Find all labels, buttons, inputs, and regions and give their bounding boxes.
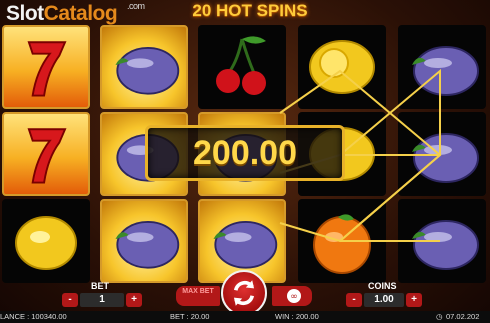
- reel-1-row-1-seven: [2, 25, 90, 109]
- spin-arrows-icon: [233, 280, 255, 306]
- control-bar: BET - 1 + MAX BET ∞ COINS - 1.00 +: [0, 270, 490, 316]
- total-bet-text: BET : 20.00: [170, 312, 210, 321]
- reel-4-row-1-lemon: [298, 25, 386, 109]
- max-bet-label: MAX BET: [182, 288, 214, 295]
- reel-5-row-3-plum: [398, 199, 486, 283]
- svg-text:∞: ∞: [290, 292, 298, 302]
- reel-1-row-2-seven: [2, 112, 90, 196]
- reel-2-row-3-plum: [100, 199, 188, 283]
- spin-button[interactable]: [221, 270, 267, 316]
- reel-2-row-1-plum: [100, 25, 188, 109]
- date-text: 07.02.202: [446, 312, 480, 321]
- coins-value: 1.00: [364, 293, 404, 307]
- reel-5-row-2-plum: [398, 112, 486, 196]
- balance-text: LANCE : 100340.00: [0, 312, 67, 321]
- coins-label: COINS: [368, 281, 397, 291]
- game-title: 20 HOT SPINS: [192, 1, 308, 20]
- infinity-icon: ∞: [287, 289, 301, 303]
- coins-plus-button[interactable]: +: [406, 293, 422, 307]
- max-bet-button[interactable]: MAX BET: [176, 286, 220, 306]
- bet-minus-button[interactable]: -: [62, 293, 78, 307]
- top-bar: SlotCatalog .com 20 HOT SPINS: [0, 0, 490, 25]
- bet-value: 1: [80, 293, 124, 307]
- clock-icon: ◷: [436, 312, 443, 321]
- bet-plus-button[interactable]: +: [126, 293, 142, 307]
- reel-3-row-1-cherry: [198, 25, 286, 109]
- info-bar: LANCE : 100340.00 BET : 20.00 WIN : 200.…: [0, 311, 490, 323]
- coins-stepper: - 1.00 +: [346, 292, 422, 308]
- win-text: WIN : 200.00: [275, 312, 319, 321]
- reel-1-row-3-lemon: [2, 199, 90, 283]
- coins-minus-button[interactable]: -: [346, 293, 362, 307]
- win-amount-box: 200.00: [145, 125, 345, 181]
- bet-stepper: - 1 +: [62, 292, 142, 308]
- reel-4-row-3-orange: [298, 199, 386, 283]
- game-screen: SlotCatalog .com 20 HOT SPINS 200.00 BET…: [0, 0, 490, 323]
- reels-area: 200.00: [0, 23, 490, 283]
- autoplay-button[interactable]: ∞: [272, 286, 312, 306]
- bet-label: BET: [91, 281, 109, 291]
- win-amount: 200.00: [193, 134, 297, 172]
- reel-5-row-1-plum: [398, 25, 486, 109]
